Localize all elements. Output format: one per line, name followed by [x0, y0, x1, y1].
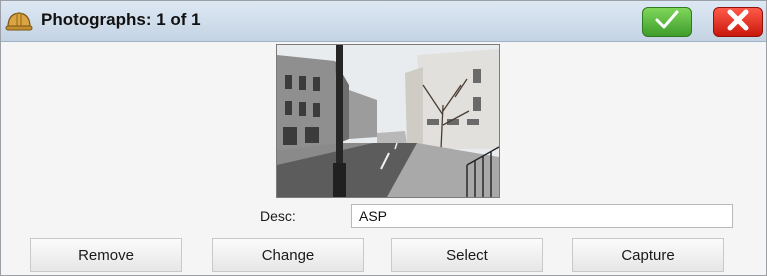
hard-hat-icon [5, 8, 33, 34]
close-x-icon [726, 9, 750, 36]
desc-label: Desc: [260, 208, 296, 224]
select-button[interactable]: Select [391, 238, 543, 272]
desc-input[interactable] [351, 204, 733, 228]
title-bar: Photographs: 1 of 1 [1, 1, 766, 42]
cancel-button[interactable] [713, 7, 763, 37]
checkmark-icon [654, 9, 680, 36]
window-title: Photographs: 1 of 1 [41, 10, 201, 29]
change-button[interactable]: Change [212, 238, 364, 272]
dialog-content: Desc: Remove Change Select Capture [1, 42, 766, 275]
capture-button[interactable]: Capture [572, 238, 724, 272]
photo-thumbnail[interactable] [276, 44, 500, 198]
ok-button[interactable] [642, 7, 692, 37]
remove-button[interactable]: Remove [30, 238, 182, 272]
